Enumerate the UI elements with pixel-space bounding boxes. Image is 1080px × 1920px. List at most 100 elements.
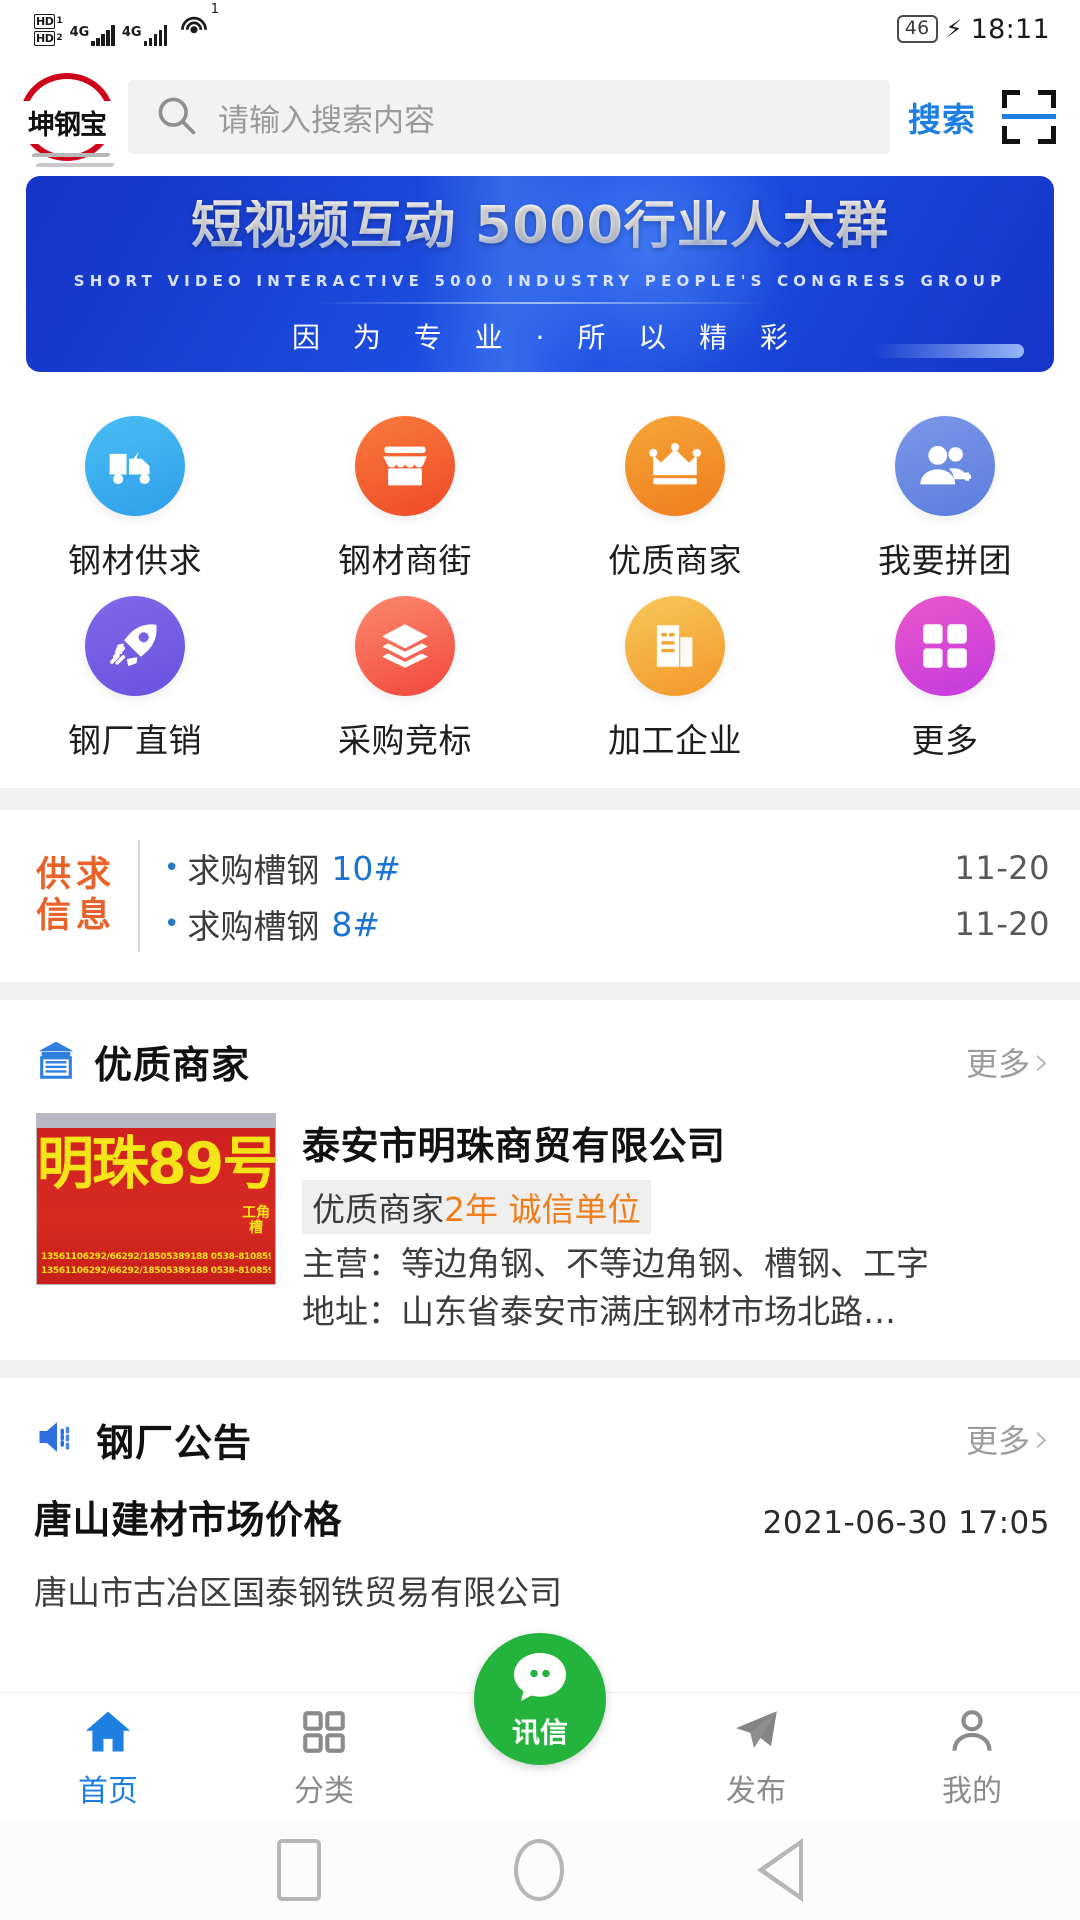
thumbnail-signboard-text: 明珠89号 — [37, 1131, 276, 1197]
quick-menu-grid: 钢材供求 钢材商街 优质商家 我要拼团 钢厂直销 采购竞标 加工企业 更多 — [0, 372, 1080, 788]
battery-icon: 46 — [896, 15, 938, 43]
status-bar-right: 46 ⚡ 18:11 — [896, 13, 1050, 45]
supply-label-line1: 供求 — [36, 854, 117, 895]
tab-label: 首页 — [78, 1774, 138, 1809]
bullet-icon: • — [164, 909, 180, 939]
hotspot-count: 1 — [210, 2, 220, 17]
section-divider — [0, 1359, 1080, 1378]
supply-item-text: 求购槽钢 — [187, 851, 320, 890]
grid-icon — [299, 1705, 349, 1759]
search-input[interactable]: 请输入搜索内容 — [128, 80, 890, 154]
menu-item-quality-merchants[interactable]: 优质商家 — [540, 416, 810, 582]
supply-item-date: 11-20 — [954, 849, 1050, 887]
merchant-info: 泰安市明珠商贸有限公司 优质商家2年 诚信单位 主营：等边角钢、不等边角钢、槽钢… — [302, 1113, 1080, 1336]
menu-label: 钢厂直销 — [68, 721, 202, 760]
merchant-address: 地址：山东省泰安市满庄钢材市场北路… — [302, 1291, 896, 1331]
layers-icon — [355, 596, 455, 696]
thumbnail-side-text: 工角槽 — [242, 1205, 270, 1236]
tab-label: 分类 — [294, 1774, 354, 1809]
banner-progress-decoration — [874, 344, 1024, 358]
tab-profile[interactable]: 我的 — [864, 1705, 1080, 1810]
send-icon — [730, 1705, 782, 1759]
more-label: 更多 — [965, 1422, 1030, 1461]
home-circle-icon[interactable] — [513, 1839, 564, 1901]
more-label: 更多 — [965, 1044, 1030, 1083]
banner-subtitle: SHORT VIDEO INTERACTIVE 5000 INDUSTRY PE… — [73, 272, 1007, 290]
truck-icon — [85, 416, 185, 516]
section-divider — [0, 982, 1080, 1000]
banner-divider — [313, 302, 767, 304]
recent-apps-icon[interactable] — [276, 1839, 321, 1901]
megaphone-icon — [34, 1416, 80, 1462]
grid-more-icon — [895, 596, 995, 696]
menu-label: 优质商家 — [608, 541, 742, 580]
announcement-section-header: 钢厂公告 更多 › — [0, 1378, 1080, 1485]
clock: 18:11 — [970, 13, 1050, 45]
search-placeholder: 请输入搜索内容 — [218, 102, 435, 139]
merchant-section-header: 优质商家 更多 › — [0, 1000, 1080, 1107]
rocket-icon — [85, 596, 185, 696]
home-icon — [82, 1705, 134, 1759]
status-bar: HD 1 HD 2 4G 4G 1 46 ⚡ 18:11 — [0, 0, 1080, 58]
signal-sim2-icon: 4G — [122, 24, 168, 46]
menu-item-group-buy[interactable]: 我要拼团 — [810, 416, 1080, 582]
scan-qr-icon[interactable] — [1002, 90, 1056, 144]
menu-item-more[interactable]: 更多 — [810, 596, 1080, 762]
badge-highlight: 2年 诚信单位 — [444, 1190, 641, 1229]
person-icon — [947, 1705, 997, 1759]
fab-label: 讯信 — [511, 1716, 568, 1749]
status-badge: 优质商家2年 诚信单位 — [302, 1180, 651, 1234]
announcement-date: 2021-06-30 17:05 — [762, 1504, 1050, 1541]
building-icon — [625, 596, 725, 696]
chat-fab-button[interactable]: 讯信 — [474, 1633, 606, 1765]
tab-category[interactable]: 分类 — [216, 1705, 432, 1810]
menu-label: 我要拼团 — [878, 541, 1012, 580]
tab-home[interactable]: 首页 — [0, 1705, 216, 1810]
search-icon — [154, 93, 198, 141]
section-divider — [0, 788, 1080, 810]
menu-label: 加工企业 — [608, 721, 742, 760]
list-item[interactable]: • 求购槽钢 8# 11-20 — [164, 896, 1050, 952]
app-header: 坤钢宝 请输入搜索内容 搜索 — [0, 58, 1080, 176]
tab-publish[interactable]: 发布 — [648, 1705, 864, 1810]
menu-label: 更多 — [911, 721, 979, 760]
badge-prefix: 优质商家 — [312, 1190, 444, 1229]
hd-sim1-icon: HD 1 — [34, 14, 63, 29]
search-button[interactable]: 搜索 — [908, 93, 976, 141]
logo-text: 坤钢宝 — [14, 101, 120, 144]
supply-label-line2: 信息 — [36, 896, 117, 936]
announcement-item[interactable]: 唐山建材市场价格 2021-06-30 17:05 唐山市古冶区国泰钢铁贸易有限… — [0, 1485, 1080, 1614]
supply-item-text: 求购槽钢 — [187, 907, 320, 946]
menu-label: 采购竞标 — [338, 721, 472, 760]
banner-slide[interactable]: 短视频互动 5000行业人大群 SHORT VIDEO INTERACTIVE … — [26, 176, 1054, 372]
menu-label: 钢材商街 — [338, 541, 472, 580]
menu-item-purchase-bidding[interactable]: 采购竞标 — [270, 596, 540, 762]
menu-item-steel-supply[interactable]: 钢材供求 — [0, 416, 270, 582]
add-user-icon — [895, 416, 995, 516]
app-logo[interactable]: 坤钢宝 — [6, 71, 128, 167]
banner-carousel[interactable]: 短视频互动 5000行业人大群 SHORT VIDEO INTERACTIVE … — [0, 176, 1080, 372]
list-item[interactable]: • 求购槽钢 10# 11-20 — [164, 840, 1050, 896]
menu-item-steel-market[interactable]: 钢材商街 — [270, 416, 540, 582]
supply-item-spec: 8# — [331, 904, 381, 944]
supply-demand-list: • 求购槽钢 10# 11-20 • 求购槽钢 8# 11-20 — [164, 840, 1050, 952]
merchant-more-button[interactable]: 更多 › — [966, 1039, 1050, 1085]
section-title: 钢厂公告 — [96, 1420, 253, 1465]
merchant-card[interactable]: 明珠89号 工角槽 13561106292/66292/18505389188 … — [0, 1107, 1080, 1360]
menu-item-processing-enterprise[interactable]: 加工企业 — [540, 596, 810, 762]
status-bar-left: HD 1 HD 2 4G 4G 1 — [34, 2, 219, 46]
hotspot-icon: 1 — [177, 2, 219, 46]
hd-sim2-icon: HD 2 — [34, 31, 63, 46]
logo-swoosh2-icon — [34, 163, 116, 167]
banner-title: 短视频互动 5000行业人大群 — [26, 200, 1054, 252]
supply-item-spec: 10# — [331, 848, 402, 888]
announcement-more-button[interactable]: 更多 › — [966, 1416, 1050, 1462]
shop-icon — [355, 416, 455, 516]
dual-sim-hd-indicators: HD 1 HD 2 — [34, 14, 63, 46]
merchant-business: 主营：等边角钢、不等边角钢、槽钢、工字 — [302, 1244, 929, 1283]
chevron-right-icon: › — [1034, 1416, 1050, 1463]
supply-demand-label: 供求 信息 — [36, 855, 138, 938]
menu-item-mill-direct[interactable]: 钢厂直销 — [0, 596, 270, 762]
bottom-tab-bar: 首页 分类 讯信 发布 我的 — [0, 1633, 1080, 1820]
back-triangle-icon[interactable] — [757, 1838, 804, 1902]
